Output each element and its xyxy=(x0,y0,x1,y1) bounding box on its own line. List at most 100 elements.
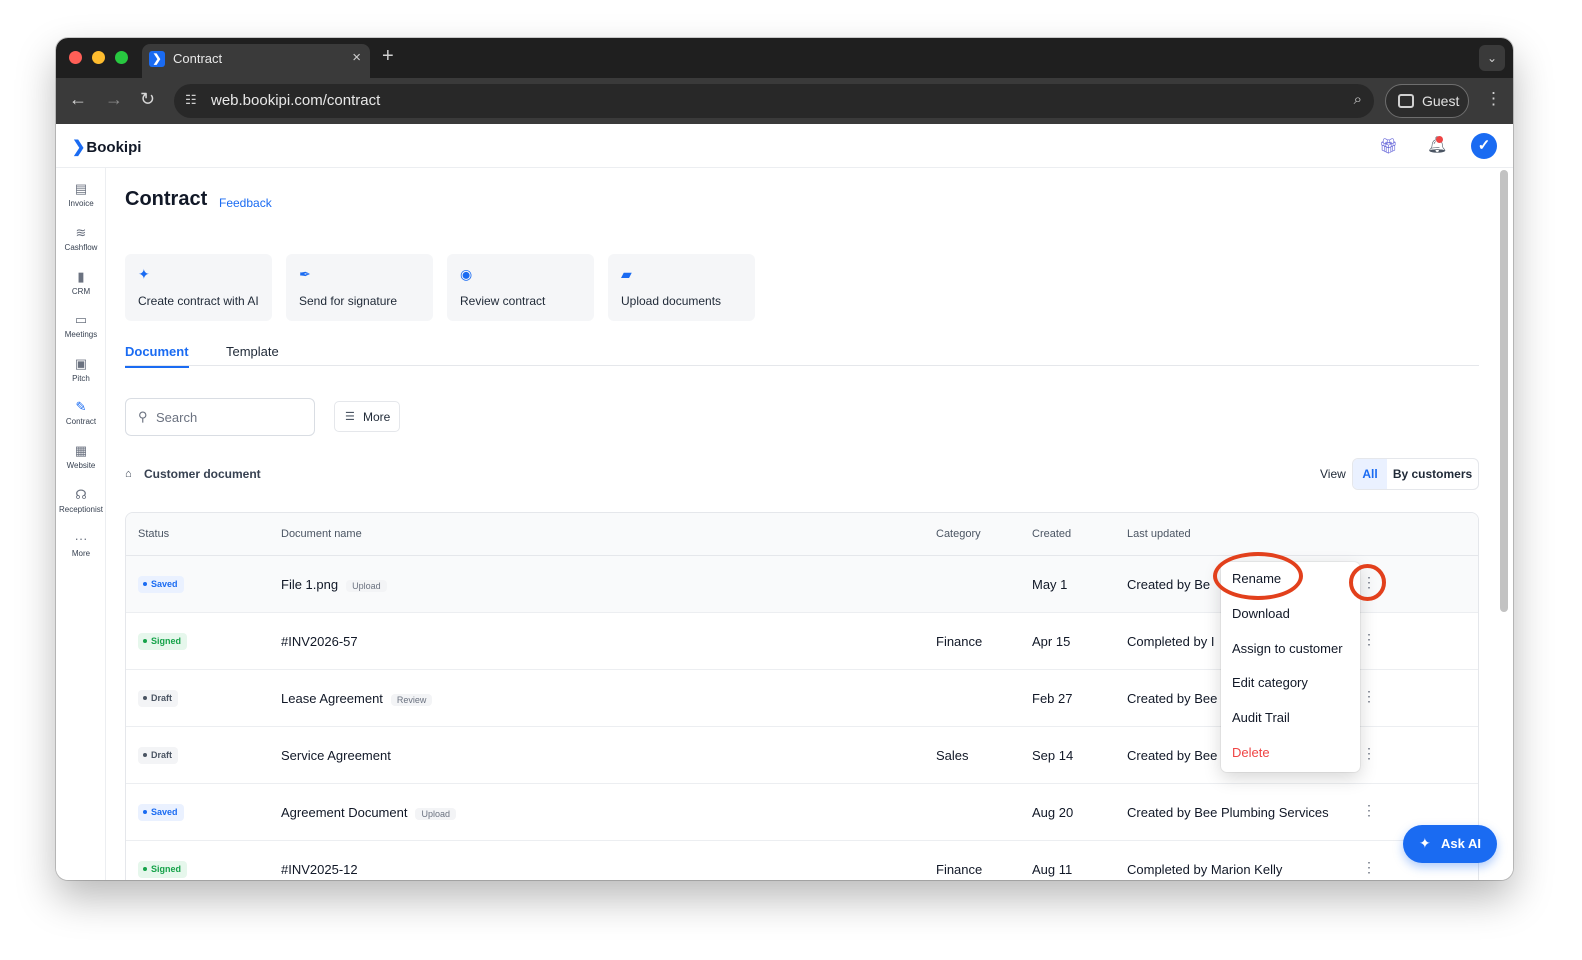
gift-icon[interactable]: 🎁︎ xyxy=(1379,137,1398,155)
more-dots-icon: ··· xyxy=(74,531,88,546)
folder-icon: ▰ xyxy=(621,266,632,282)
sidebar-item-meetings[interactable]: ▭ Meetings xyxy=(56,311,106,339)
document-name[interactable]: #INV2026-57 xyxy=(281,634,358,649)
menu-item-download[interactable]: Download xyxy=(1232,606,1290,621)
table-header: Status Document name Category Created La… xyxy=(126,513,1478,556)
forward-icon[interactable]: → xyxy=(105,89,123,110)
sidebar-item-label: Pitch xyxy=(72,374,90,383)
maximize-window-button[interactable] xyxy=(115,51,128,64)
sidebar-item-label: Invoice xyxy=(68,199,94,208)
document-name[interactable]: #INV2025-12 xyxy=(281,862,358,877)
sidebar-item-label: More xyxy=(71,549,91,558)
contract-icon: ✎ xyxy=(75,399,87,414)
table-row[interactable]: Signed #INV2025-12 Finance Aug 11 Comple… xyxy=(126,841,1478,880)
column-header-status[interactable]: Status xyxy=(138,528,169,540)
sidebar-item-crm[interactable]: ▮ CRM xyxy=(56,268,106,296)
avatar-icon[interactable]: ✓ xyxy=(1471,133,1497,159)
new-tab-icon[interactable]: + xyxy=(382,45,394,68)
row-more-icon[interactable]: ⋮ xyxy=(1359,745,1379,762)
back-icon[interactable]: ← xyxy=(69,89,87,110)
row-more-icon[interactable]: ⋮ xyxy=(1359,688,1379,705)
sidebar-item-cashflow[interactable]: ≋ Cashflow xyxy=(56,224,106,252)
document-name-text: Service Agreement xyxy=(281,748,391,763)
reload-icon[interactable]: ↻ xyxy=(140,89,155,110)
action-label: Create contract with AI xyxy=(138,294,259,308)
upload-documents-card[interactable]: ▰ Upload documents xyxy=(608,254,755,321)
more-filter-button[interactable]: ☰ More xyxy=(334,401,400,432)
document-tabs: Document Template xyxy=(125,344,1479,368)
last-updated: Completed by Marion Kelly xyxy=(1127,862,1283,877)
main-content: Contract Feedback ✦ Create contract with… xyxy=(125,168,1480,880)
minimize-window-button[interactable] xyxy=(92,51,105,64)
tab-search-icon[interactable]: ⌄ xyxy=(1479,45,1505,71)
section-title: Customer document xyxy=(144,467,261,481)
send-for-signature-card[interactable]: ✒ Send for signature xyxy=(286,254,433,321)
close-window-button[interactable] xyxy=(69,51,82,64)
column-header-document-name[interactable]: Document name xyxy=(281,528,362,540)
tab-template[interactable]: Template xyxy=(226,344,279,359)
headset-icon: ☊ xyxy=(75,487,87,502)
table-row[interactable]: Saved Agreement Document Upload Aug 20 Cr… xyxy=(126,784,1478,841)
tab-document[interactable]: Document xyxy=(125,344,189,368)
column-header-created[interactable]: Created xyxy=(1032,528,1071,540)
kebab-highlight-circle xyxy=(1349,564,1386,601)
document-name[interactable]: File 1.png Upload xyxy=(281,577,387,592)
more-filter-label: More xyxy=(363,410,391,424)
close-tab-icon[interactable]: × xyxy=(352,49,361,66)
document-tag: Upload xyxy=(415,807,456,820)
sidebar-item-contract[interactable]: ✎ Contract xyxy=(56,398,106,426)
row-more-icon[interactable]: ⋮ xyxy=(1359,859,1379,876)
last-updated: Created by Bee Plumbing Services xyxy=(1127,805,1329,820)
sidebar-item-more[interactable]: ··· More xyxy=(56,530,106,558)
sidebar-item-pitch[interactable]: ▣ Pitch xyxy=(56,355,106,383)
browser-tab-contract[interactable]: ❯ Contract × xyxy=(142,44,370,78)
sparkle-icon: ✦ xyxy=(138,266,150,282)
pen-nib-icon: ✒ xyxy=(299,266,311,282)
search-input[interactable] xyxy=(156,407,306,427)
row-more-icon[interactable]: ⋮ xyxy=(1359,802,1379,819)
sidebar-item-label: Website xyxy=(66,461,96,470)
menu-item-edit-category[interactable]: Edit category xyxy=(1232,675,1308,690)
review-contract-card[interactable]: ◉ Review contract xyxy=(447,254,594,321)
meetings-icon: ▭ xyxy=(74,312,88,327)
row-more-icon[interactable]: ⋮ xyxy=(1359,631,1379,648)
menu-item-assign-to-customer[interactable]: Assign to customer xyxy=(1232,641,1343,656)
sparkle-icon: ✦ xyxy=(1419,835,1431,851)
bookipi-app: ❯Bookipi 🎁︎ 🔔︎ ✓ ▤ Invoice ≋ Cashflow ▮ … xyxy=(56,124,1513,880)
document-name[interactable]: Lease Agreement Review xyxy=(281,691,433,706)
scrollbar-thumb[interactable] xyxy=(1500,170,1508,612)
created-date: Sep 14 xyxy=(1032,748,1074,763)
menu-item-audit-trail[interactable]: Audit Trail xyxy=(1232,710,1290,725)
document-name[interactable]: Agreement Document Upload xyxy=(281,805,456,820)
menu-item-delete[interactable]: Delete xyxy=(1232,745,1270,760)
view-all-button[interactable]: All xyxy=(1353,459,1387,489)
document-name[interactable]: Service Agreement xyxy=(281,748,391,763)
sidebar-item-website[interactable]: ▦ Website xyxy=(56,442,106,470)
site-info-icon[interactable]: ☷ xyxy=(185,92,197,108)
create-contract-ai-card[interactable]: ✦ Create contract with AI xyxy=(125,254,272,321)
sidebar-item-invoice[interactable]: ▤ Invoice xyxy=(56,180,106,208)
zoom-icon[interactable]: ⌕ xyxy=(1354,91,1362,108)
browser-menu-icon[interactable]: ⋮ xyxy=(1485,89,1502,109)
bookipi-logo[interactable]: ❯Bookipi xyxy=(72,137,141,157)
profile-button[interactable]: Guest xyxy=(1385,84,1469,118)
feedback-link[interactable]: Feedback xyxy=(219,196,272,210)
cashflow-icon: ≋ xyxy=(75,225,87,240)
crm-icon: ▮ xyxy=(77,269,85,284)
ask-ai-button[interactable]: ✦ Ask AI xyxy=(1403,825,1497,863)
status-badge: Saved xyxy=(138,576,184,593)
website-icon: ▦ xyxy=(74,443,88,458)
profile-label: Guest xyxy=(1422,93,1460,109)
created-date: Feb 27 xyxy=(1032,691,1073,706)
sidebar-item-label: Cashflow xyxy=(64,243,98,252)
created-date: Aug 20 xyxy=(1032,805,1074,820)
view-by-customers-button[interactable]: By customers xyxy=(1387,459,1478,489)
column-header-category[interactable]: Category xyxy=(936,528,981,540)
address-bar[interactable]: ☷ web.bookipi.com/contract ⌕ xyxy=(174,84,1374,118)
sidebar-item-receptionist[interactable]: ☊ Receptionist xyxy=(56,486,106,514)
status-badge: Signed xyxy=(138,633,188,650)
browser-window: ❯ Contract × + ⌄ ← → ↻ ☷ web.bookipi.com… xyxy=(56,38,1513,880)
column-header-last-updated[interactable]: Last updated xyxy=(1127,528,1191,540)
search-box[interactable]: ⚲ xyxy=(125,398,315,436)
address-url[interactable]: web.bookipi.com/contract xyxy=(211,92,380,109)
